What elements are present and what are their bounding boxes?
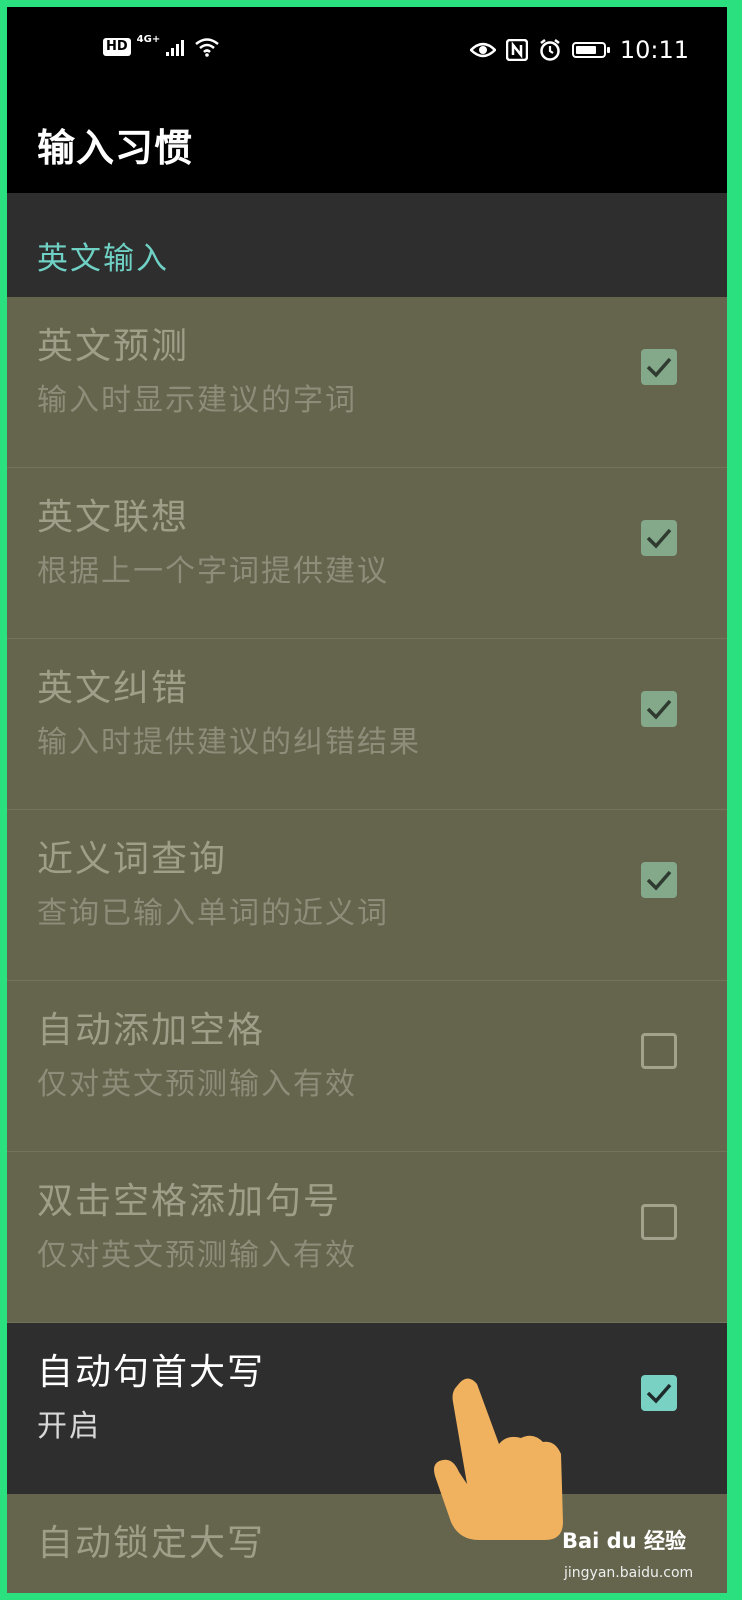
checkbox-checked[interactable] (641, 520, 677, 556)
checkbox-checked[interactable] (641, 349, 677, 385)
wifi-icon (195, 38, 220, 57)
watermark-site: jingyan.baidu.com (564, 1565, 694, 1581)
check-icon (646, 357, 672, 378)
status-left: HD 4G+ (103, 33, 220, 57)
pointing-hand-icon (434, 1378, 563, 1540)
setting-subtitle: 仅对英文预测输入有效 (37, 1238, 357, 1273)
network-type: 4G+ (136, 33, 161, 45)
setting-subtitle: 仅对英文预测输入有效 (37, 1067, 357, 1102)
check-icon (646, 699, 672, 720)
baidu-watermark: Bai du 经验 (562, 1529, 686, 1553)
check-icon (646, 1383, 672, 1404)
setting-title: 英文纠错 (37, 668, 190, 709)
setting-subtitle: 根据上一个字词提供建议 (37, 554, 389, 589)
setting-subtitle: 查询已输入单词的近义词 (37, 896, 389, 931)
eye-icon (469, 42, 496, 58)
nfc-icon (505, 39, 528, 61)
setting-title: 自动添加空格 (37, 1010, 266, 1051)
alarm-icon (540, 39, 560, 61)
setting-title: 近义词查询 (37, 839, 228, 880)
checkbox-checked[interactable] (641, 691, 677, 727)
setting-title: 自动句首大写 (37, 1352, 266, 1393)
hd-badge: HD (103, 38, 131, 56)
page-title: 输入习惯 (37, 126, 194, 170)
check-icon (646, 870, 672, 891)
section-label: 英文输入 (37, 241, 169, 277)
setting-title: 英文预测 (37, 326, 190, 367)
setting-row[interactable]: 英文纠错输入时提供建议的纠错结果 (7, 639, 727, 810)
setting-subtitle: 输入时提供建议的纠错结果 (37, 725, 421, 760)
setting-row[interactable]: 双击空格添加句号仅对英文预测输入有效 (7, 1152, 727, 1323)
settings-list: 英文预测输入时显示建议的字词英文联想根据上一个字词提供建议英文纠错输入时提供建议… (7, 297, 727, 1593)
setting-title: 自动锁定大写 (37, 1523, 266, 1564)
phone-screen: HD 4G+ 10:11 输入习惯 英文输入 英文预测 输入时显示建议的字词 英… (7, 7, 727, 1593)
checkbox-checked[interactable] (641, 1375, 677, 1411)
section-header-english-input: 英文输入 (7, 193, 727, 297)
checkbox-checked[interactable] (641, 862, 677, 898)
setting-subtitle: 开启 (37, 1409, 101, 1444)
setting-row[interactable]: 英文预测输入时显示建议的字词 (7, 297, 727, 468)
status-bar: HD 4G+ 10:11 (7, 7, 727, 97)
setting-row[interactable]: 英文联想根据上一个字词提供建议 (7, 468, 727, 639)
status-time: 10:11 (619, 36, 689, 64)
setting-row[interactable]: 自动句首大写 开启 (7, 1323, 727, 1494)
setting-title: 双击空格添加句号 (37, 1181, 342, 1222)
app-header: 输入习惯 (7, 97, 727, 193)
checkbox-unchecked[interactable] (641, 1204, 677, 1240)
battery-icon (571, 42, 610, 58)
check-icon (646, 528, 672, 549)
setting-row[interactable]: 自动添加空格仅对英文预测输入有效 (7, 981, 727, 1152)
setting-title: 英文联想 (37, 497, 190, 538)
status-right: 10:11 (469, 36, 689, 64)
setting-row[interactable]: 近义词查询查询已输入单词的近义词 (7, 810, 727, 981)
checkbox-unchecked[interactable] (641, 1033, 677, 1069)
signal-icon (166, 40, 185, 56)
setting-subtitle: 输入时显示建议的字词 (37, 383, 357, 418)
